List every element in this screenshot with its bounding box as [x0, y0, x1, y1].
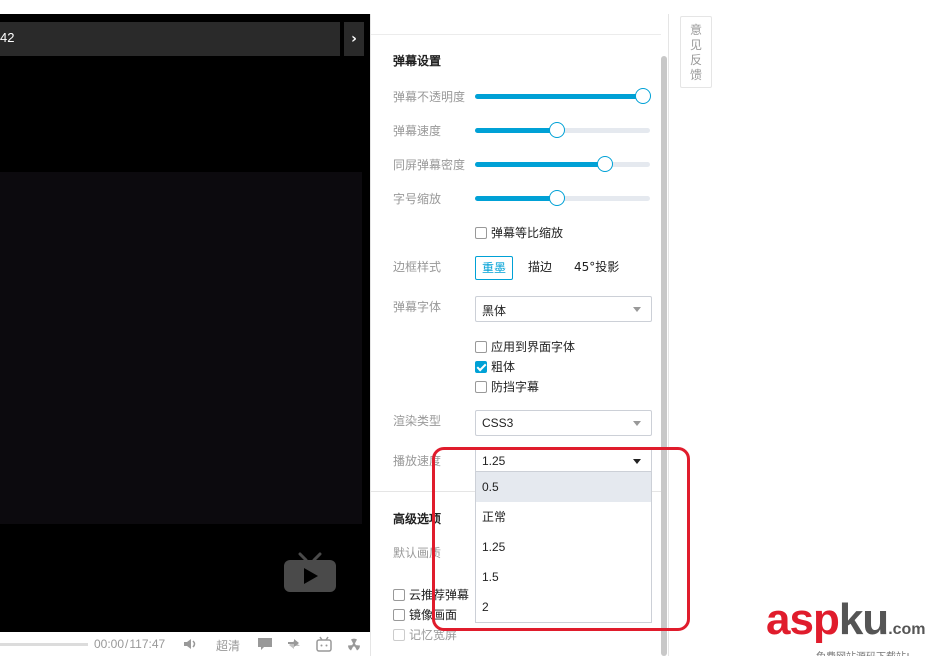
- slider-knob[interactable]: [596, 156, 613, 172]
- checkbox-label: 防挡字幕: [491, 380, 540, 394]
- bilibili-tv-icon: [284, 552, 336, 592]
- watermark-logo: aspku.com: [766, 598, 934, 652]
- checkbox-box[interactable]: [393, 628, 405, 641]
- proportional-scale-checkbox[interactable]: 弹幕等比缩放: [475, 224, 563, 241]
- danmaku-speed-slider[interactable]: [475, 122, 650, 138]
- feedback-char: 反: [689, 53, 702, 67]
- slider-knob[interactable]: [549, 122, 566, 138]
- opacity-slider[interactable]: [475, 88, 651, 104]
- advanced-options-title: 高级选项: [393, 512, 442, 526]
- time-current: 00:00: [94, 637, 125, 651]
- render-type-label: 渲染类型: [393, 414, 442, 428]
- feedback-button[interactable]: 意 见 反 馈: [680, 16, 712, 88]
- checkbox-label: 粗体: [491, 360, 516, 374]
- speed-option-0-5[interactable]: 0.5: [476, 472, 651, 502]
- time-display: 00:00/117:47: [94, 637, 165, 651]
- danmaku-settings-title: 弹幕设置: [393, 54, 442, 68]
- danmaku-icon[interactable]: [257, 636, 273, 652]
- video-canvas[interactable]: [0, 172, 362, 524]
- chevron-down-icon: [633, 421, 641, 426]
- default-quality-label: 默认画质: [393, 546, 442, 560]
- slider-fill: [475, 94, 643, 99]
- opacity-label: 弹幕不透明度: [393, 90, 466, 104]
- checkbox-box[interactable]: [475, 380, 487, 393]
- playback-speed-label: 播放速度: [393, 454, 442, 468]
- player-title-bar: 42: [0, 22, 340, 56]
- apply-ui-font-checkbox[interactable]: 应用到界面字体: [475, 338, 575, 355]
- font-scale-label: 字号缩放: [393, 192, 442, 206]
- checkbox-label: 记忆宽屏: [409, 628, 458, 642]
- slider-fill: [475, 128, 558, 133]
- chevron-down-icon: [633, 307, 641, 312]
- select-value: CSS3: [482, 416, 514, 430]
- select-value: 1.25: [482, 454, 506, 468]
- checkbox-box[interactable]: [475, 226, 487, 239]
- danmaku-settings-panel: 弹幕设置 弹幕不透明度 弹幕速度 同屏弹幕密度 字号缩放 弹幕等比缩放 边框样式…: [370, 14, 669, 656]
- mirror-video-checkbox[interactable]: 镜像画面: [393, 606, 457, 623]
- checkbox-label: 弹幕等比缩放: [491, 226, 564, 240]
- checkbox-box[interactable]: [475, 360, 487, 373]
- slider-knob[interactable]: [549, 190, 566, 206]
- border-option-shadow[interactable]: 45°投影: [568, 256, 625, 280]
- checkbox-label: 云推荐弹幕: [409, 588, 470, 602]
- loop-icon[interactable]: [286, 636, 302, 652]
- feedback-char: 馈: [689, 68, 702, 82]
- watermark-brand-c: .com: [888, 621, 926, 638]
- playback-speed-select[interactable]: 1.25: [475, 448, 652, 472]
- slider-fill: [475, 162, 605, 167]
- time-total: 117:47: [129, 637, 166, 651]
- watermark-brand-b: ku: [838, 595, 889, 644]
- speed-label: 弹幕速度: [393, 124, 442, 138]
- cloud-recommend-checkbox[interactable]: 云推荐弹幕: [393, 586, 469, 603]
- next-episode-button[interactable]: ›: [344, 22, 364, 56]
- density-slider[interactable]: [475, 156, 650, 172]
- checkbox-box[interactable]: [393, 588, 405, 601]
- density-label: 同屏弹幕密度: [393, 158, 466, 172]
- chevron-down-icon: [633, 459, 641, 464]
- render-type-select[interactable]: CSS3: [475, 410, 652, 436]
- site-watermark: aspku.com 免费网站源码下载站!: [766, 598, 934, 656]
- speed-option-1-25[interactable]: 1.25: [476, 532, 651, 562]
- slider-knob[interactable]: [635, 88, 651, 104]
- remember-widescreen-checkbox[interactable]: 记忆宽屏: [393, 626, 457, 643]
- speed-option-normal[interactable]: 正常: [476, 502, 651, 532]
- font-scale-slider[interactable]: [475, 190, 650, 206]
- playback-speed-dropdown: 0.5 正常 1.25 1.5 2: [475, 471, 652, 623]
- bold-checkbox[interactable]: 粗体: [475, 358, 515, 375]
- bilibili-tv-icon[interactable]: [316, 636, 332, 652]
- watermark-brand-a: asp: [766, 595, 840, 644]
- player-title: 42: [0, 30, 15, 45]
- border-option-stroke[interactable]: 描边: [522, 256, 558, 280]
- volume-icon[interactable]: [182, 636, 198, 652]
- speed-option-2[interactable]: 2: [476, 592, 651, 622]
- border-option-heavy[interactable]: 重墨: [475, 256, 514, 280]
- feedback-char: 见: [689, 38, 702, 52]
- select-value: 黑体: [482, 304, 507, 318]
- radiation-icon[interactable]: [346, 636, 362, 652]
- progress-bar[interactable]: [0, 643, 88, 646]
- speed-option-1-5[interactable]: 1.5: [476, 562, 651, 592]
- slider-fill: [475, 196, 558, 201]
- checkbox-label: 应用到界面字体: [491, 340, 576, 354]
- avoid-subtitle-checkbox[interactable]: 防挡字幕: [475, 378, 539, 395]
- feedback-char: 意: [689, 23, 702, 37]
- video-player[interactable]: 42 › 00:00/117:47 超清: [0, 14, 370, 656]
- panel-top-divider: [371, 34, 661, 35]
- checkbox-label: 镜像画面: [409, 608, 458, 622]
- font-label: 弹幕字体: [393, 300, 442, 314]
- border-style-label: 边框样式: [393, 260, 442, 274]
- checkbox-box[interactable]: [393, 608, 405, 621]
- time-separator: /: [125, 637, 129, 651]
- checkbox-box[interactable]: [475, 340, 487, 353]
- panel-scrollbar[interactable]: [661, 56, 667, 656]
- font-select[interactable]: 黑体: [475, 296, 652, 322]
- quality-selector[interactable]: 超清: [216, 637, 240, 654]
- player-control-bar: 00:00/117:47 超清: [0, 632, 370, 656]
